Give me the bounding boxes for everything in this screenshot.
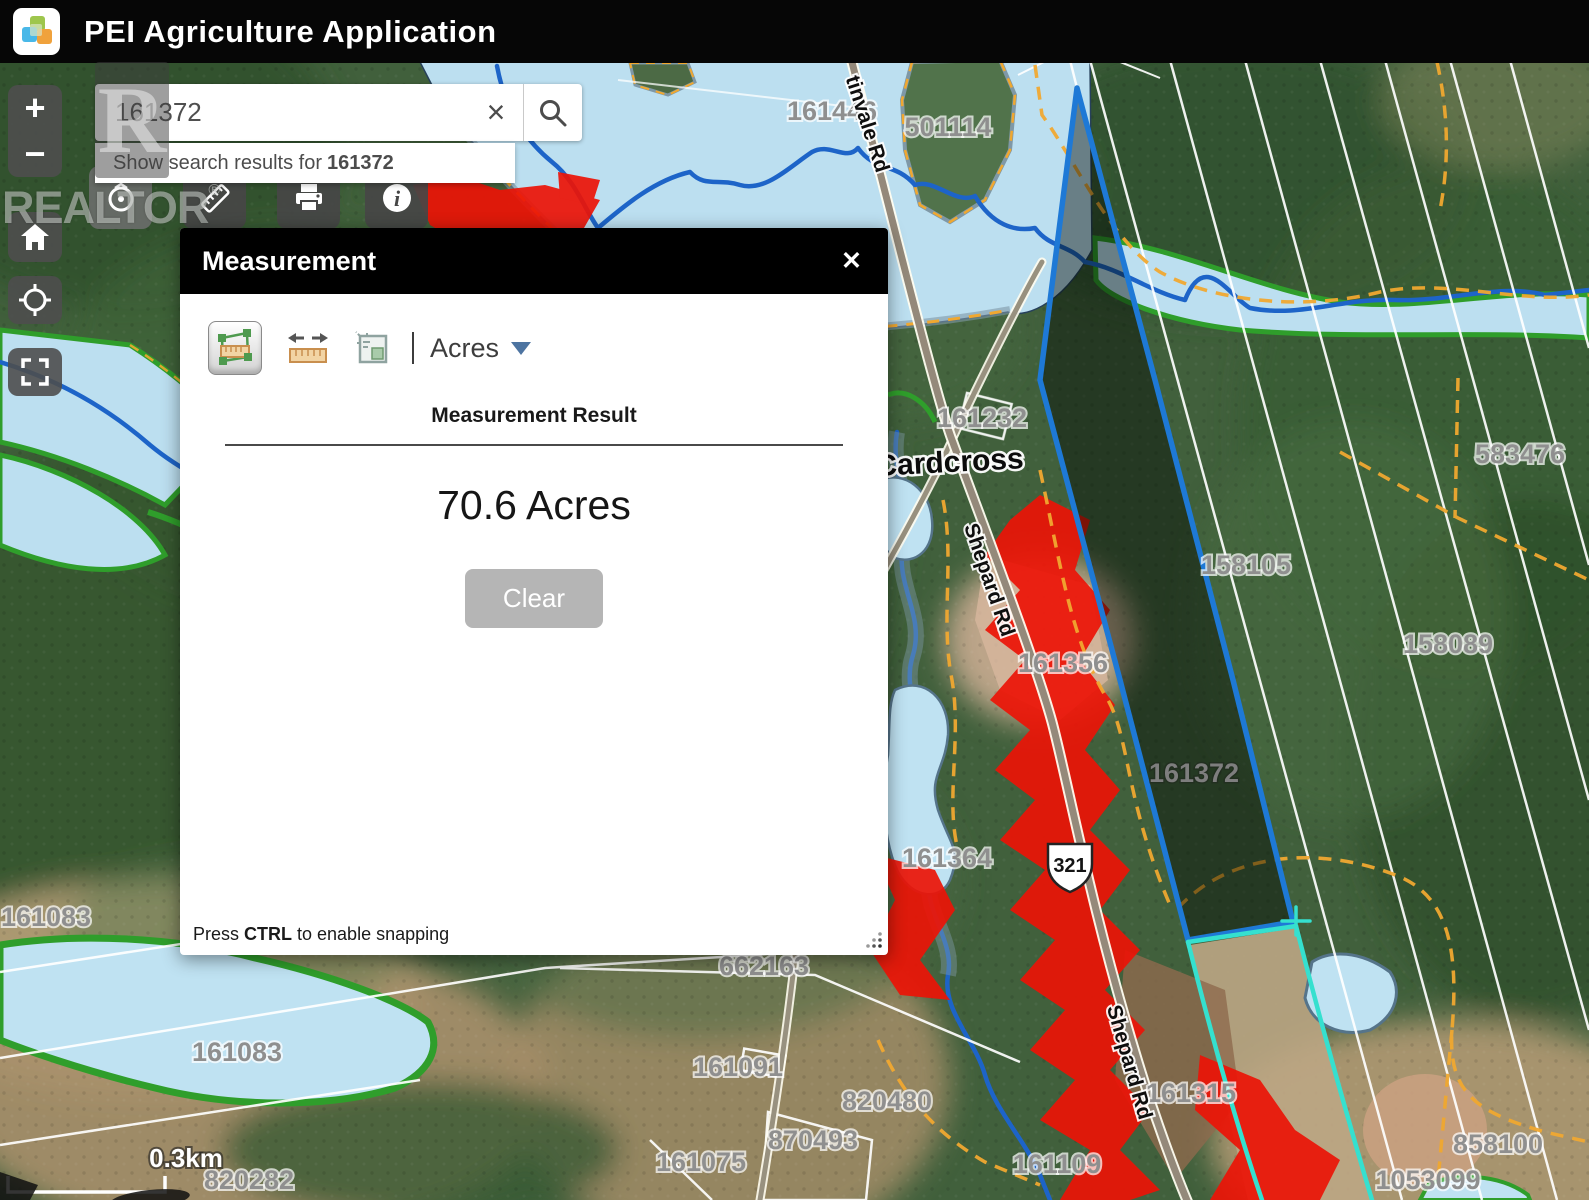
- map-label-parcel: 161075: [656, 1147, 746, 1177]
- area-measure-button[interactable]: [208, 321, 262, 375]
- zoom-in-button[interactable]: +: [8, 85, 62, 131]
- location-measure-icon: [354, 330, 390, 366]
- map-label-parcel: 161083: [1, 902, 91, 932]
- zoom-control: + −: [8, 85, 62, 177]
- search-icon: [538, 98, 568, 128]
- map-label-parcel: 820480: [842, 1086, 932, 1116]
- home-icon: [20, 223, 50, 251]
- zoom-out-button[interactable]: −: [8, 131, 62, 177]
- search-submit-button[interactable]: [524, 84, 582, 141]
- app-header: PEI Agriculture Application: [0, 0, 1589, 63]
- circle-ring-icon: [104, 181, 138, 215]
- map-label-parcel: 161083: [192, 1037, 282, 1067]
- map-label-parcel: 583476: [1475, 439, 1565, 469]
- clear-button[interactable]: Clear: [465, 569, 603, 628]
- distance-measure-button[interactable]: [286, 329, 330, 367]
- locate-button[interactable]: [8, 276, 62, 324]
- map-label-parcel: 161109: [1013, 1149, 1102, 1179]
- crosshair-icon: [19, 284, 51, 316]
- search-bar: 161372 ×: [95, 84, 582, 141]
- ruler-icon: [197, 180, 233, 216]
- map-label-parcel: 161356: [1018, 648, 1108, 678]
- map-label-shield: 321: [1053, 855, 1086, 877]
- unit-dropdown[interactable]: Acres: [430, 333, 499, 364]
- suggestion-prefix: Show search results for: [113, 152, 322, 175]
- result-value: 70.6 Acres: [180, 482, 888, 529]
- distance-measure-icon: [286, 329, 330, 367]
- location-measure-button[interactable]: [354, 330, 390, 366]
- info-icon: i: [379, 180, 415, 216]
- cubes-logo-icon: [18, 13, 56, 51]
- map-label-parcel: 662163: [719, 951, 809, 981]
- map-label-parcel-dark: 161372: [1149, 758, 1239, 788]
- map-label-parcel: 158105: [1201, 550, 1291, 580]
- measurement-dialog: Measurement ✕: [180, 228, 888, 955]
- app-logo: [13, 8, 60, 55]
- map-label-parcel: 161091: [693, 1052, 783, 1082]
- result-divider: [225, 444, 843, 446]
- area-measure-icon: [215, 328, 255, 368]
- dialog-header[interactable]: Measurement ✕: [180, 228, 888, 294]
- close-icon[interactable]: ✕: [841, 246, 862, 276]
- home-button[interactable]: [8, 212, 62, 262]
- search-suggestion[interactable]: Show search results for 161372: [95, 143, 515, 183]
- svg-text:i: i: [393, 186, 400, 211]
- measurement-toolbar: Acres: [208, 320, 888, 376]
- snapping-hint: Press CTRL to enable snapping: [193, 924, 449, 945]
- map-label-parcel: 161364: [902, 843, 992, 873]
- map-label-parcel: 158089: [1403, 629, 1493, 659]
- printer-icon: [291, 180, 327, 216]
- map-label-parcel: 870493: [768, 1125, 858, 1155]
- toolbar-separator: [412, 332, 414, 364]
- fullscreen-button[interactable]: [8, 348, 62, 396]
- app-title: PEI Agriculture Application: [84, 14, 497, 50]
- suggestion-term: 161372: [327, 152, 394, 175]
- app-window: 1614465011141612325834761581051580891613…: [0, 0, 1589, 1200]
- search-input[interactable]: 161372: [95, 84, 469, 141]
- map-label-parcel: 501114: [904, 112, 991, 142]
- caret-down-icon[interactable]: [511, 342, 531, 355]
- search-clear-button[interactable]: ×: [469, 84, 523, 141]
- resize-handle[interactable]: [864, 931, 882, 949]
- map-label-parcel: 161232: [937, 403, 1027, 433]
- result-heading: Measurement Result: [180, 404, 888, 428]
- dialog-title: Measurement: [202, 246, 841, 277]
- fullscreen-icon: [21, 358, 49, 386]
- map-label-parcel: 1053099: [1375, 1165, 1480, 1195]
- map-label-parcel: 858100: [1453, 1129, 1543, 1159]
- map-label-scale: 0.3km: [149, 1143, 223, 1173]
- map-label-parcel: 161315: [1146, 1078, 1236, 1108]
